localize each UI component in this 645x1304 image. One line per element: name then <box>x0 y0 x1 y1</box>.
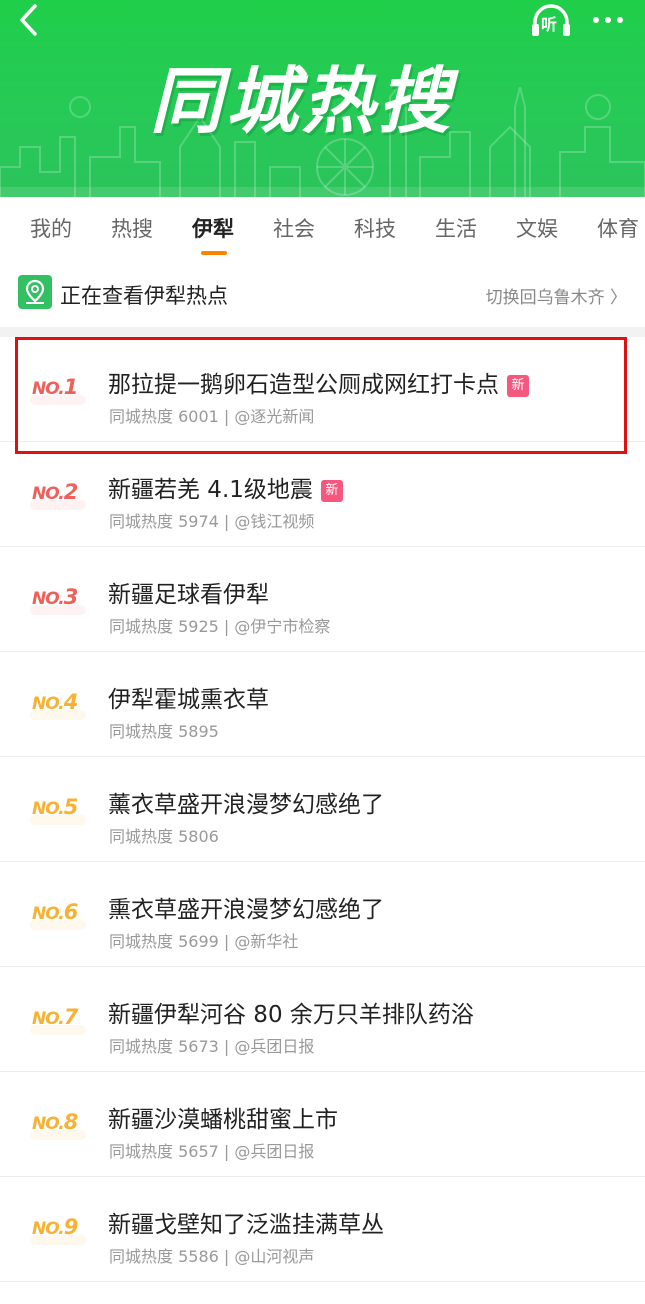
more-dots-icon <box>605 17 611 23</box>
rank-number: 4 <box>63 690 79 714</box>
item-title: 那拉提一鹅卵石造型公厕成网红打卡点新 <box>108 365 529 399</box>
rank-number: 3 <box>63 585 79 609</box>
item-meta: 同城热度 5895 <box>109 722 219 741</box>
rank-label: NO.2 <box>32 480 79 504</box>
item-title: 新疆戈壁知了泛滥挂满草丛 <box>108 1212 384 1238</box>
rank-prefix: NO. <box>32 484 65 504</box>
rank-number: 8 <box>63 1110 79 1134</box>
item-meta: 同城热度 5657 | @兵团日报 <box>109 1142 315 1161</box>
list-item[interactable]: NO.5 薰衣草盛开浪漫梦幻感绝了 同城热度 5806 <box>0 757 645 862</box>
rank-number: 9 <box>63 1215 79 1239</box>
hot-search-list: NO.1 那拉提一鹅卵石造型公厕成网红打卡点新 同城热度 6001 | @逐光新… <box>0 337 645 1282</box>
rank-number: 7 <box>63 1005 79 1029</box>
rank-prefix: NO. <box>32 904 65 924</box>
rank-label: NO.6 <box>32 900 79 924</box>
tab-life[interactable]: 生活 <box>435 213 477 243</box>
item-title: 熏衣草盛开浪漫梦幻感绝了 <box>108 897 384 923</box>
list-item[interactable]: NO.9 新疆戈壁知了泛滥挂满草丛 同城热度 5586 | @山河视声 <box>0 1177 645 1282</box>
item-title: 薰衣草盛开浪漫梦幻感绝了 <box>108 792 384 818</box>
list-item[interactable]: NO.7 新疆伊犁河谷 80 余万只羊排队药浴 同城热度 5673 | @兵团日… <box>0 967 645 1072</box>
section-divider <box>0 327 645 337</box>
header-banner: 听 同城热搜 <box>0 0 645 197</box>
rank-label: NO.7 <box>32 1005 79 1029</box>
item-meta: 同城热度 5974 | @钱江视频 <box>109 512 315 531</box>
rank-prefix: NO. <box>32 1114 65 1134</box>
list-item[interactable]: NO.8 新疆沙漠蟠桃甜蜜上市 同城热度 5657 | @兵团日报 <box>0 1072 645 1177</box>
rank-prefix: NO. <box>32 694 65 714</box>
rank-label: NO.3 <box>32 585 79 609</box>
tab-yili[interactable]: 伊犁 <box>192 213 234 243</box>
item-title-text: 那拉提一鹅卵石造型公厕成网红打卡点 <box>108 372 499 398</box>
more-dots-icon <box>617 17 623 23</box>
list-item[interactable]: NO.4 伊犁霍城熏衣草 同城热度 5895 <box>0 652 645 757</box>
rank-prefix: NO. <box>32 379 65 399</box>
rank-label: NO.9 <box>32 1215 79 1239</box>
list-item[interactable]: NO.2 新疆若羌 4.1级地震新 同城热度 5974 | @钱江视频 <box>0 442 645 547</box>
tab-sports[interactable]: 体育 <box>597 213 639 243</box>
item-meta: 同城热度 6001 | @逐光新闻 <box>109 407 315 426</box>
rank-number: 6 <box>63 900 79 924</box>
item-meta: 同城热度 5699 | @新华社 <box>109 932 299 951</box>
item-meta: 同城热度 5806 <box>109 827 219 846</box>
new-badge: 新 <box>507 375 529 397</box>
list-item[interactable]: NO.1 那拉提一鹅卵石造型公厕成网红打卡点新 同城热度 6001 | @逐光新… <box>0 337 645 442</box>
item-title: 新疆若羌 4.1级地震新 <box>108 470 343 504</box>
item-title: 伊犁霍城熏衣草 <box>108 687 269 713</box>
rank-prefix: NO. <box>32 799 65 819</box>
item-title: 新疆足球看伊犁 <box>108 582 269 608</box>
active-tab-indicator <box>201 251 227 255</box>
listen-button[interactable]: 听 <box>530 2 572 38</box>
tab-tech[interactable]: 科技 <box>354 213 396 243</box>
tab-hot-search[interactable]: 热搜 <box>111 213 153 243</box>
rank-label: NO.8 <box>32 1110 79 1134</box>
back-button[interactable] <box>10 2 46 38</box>
tab-entertainment[interactable]: 文娱 <box>516 213 558 243</box>
list-item[interactable]: NO.3 新疆足球看伊犁 同城热度 5925 | @伊宁市检察 <box>0 547 645 652</box>
rank-label: NO.1 <box>32 375 79 399</box>
list-item[interactable]: NO.6 熏衣草盛开浪漫梦幻感绝了 同城热度 5699 | @新华社 <box>0 862 645 967</box>
rank-number: 5 <box>63 795 79 819</box>
more-dots-icon <box>593 17 599 23</box>
rank-number: 2 <box>63 480 79 504</box>
item-meta: 同城热度 5586 | @山河视声 <box>109 1247 315 1266</box>
item-title: 新疆伊犁河谷 80 余万只羊排队药浴 <box>108 1002 474 1028</box>
item-meta: 同城热度 5925 | @伊宁市检察 <box>109 617 331 636</box>
rank-label: NO.5 <box>32 795 79 819</box>
rank-prefix: NO. <box>32 589 65 609</box>
new-badge: 新 <box>320 480 343 502</box>
tab-society[interactable]: 社会 <box>273 213 315 243</box>
item-meta: 同城热度 5673 | @兵团日报 <box>109 1037 315 1056</box>
category-tabs: 我的 热搜 伊犁 社会 科技 生活 文娱 体育 <box>0 197 645 257</box>
rank-prefix: NO. <box>32 1009 65 1029</box>
more-button[interactable] <box>586 2 630 38</box>
rank-label: NO.4 <box>32 690 79 714</box>
listen-label: 听 <box>541 15 558 34</box>
location-pin-icon <box>18 275 52 309</box>
location-text: 正在查看伊犁热点 <box>60 284 228 308</box>
rank-number: 1 <box>63 375 79 399</box>
chevron-left-icon <box>20 4 37 36</box>
item-title-text: 新疆若羌 4.1级地震 <box>108 477 313 503</box>
page-title: 同城热搜 <box>150 59 455 143</box>
switch-city-link[interactable]: 切换回乌鲁木齐 〉 <box>486 283 627 308</box>
rank-prefix: NO. <box>32 1219 65 1239</box>
item-title: 新疆沙漠蟠桃甜蜜上市 <box>108 1107 338 1133</box>
location-bar: 正在查看伊犁热点 切换回乌鲁木齐 〉 <box>0 257 645 327</box>
tab-mine[interactable]: 我的 <box>30 213 72 243</box>
